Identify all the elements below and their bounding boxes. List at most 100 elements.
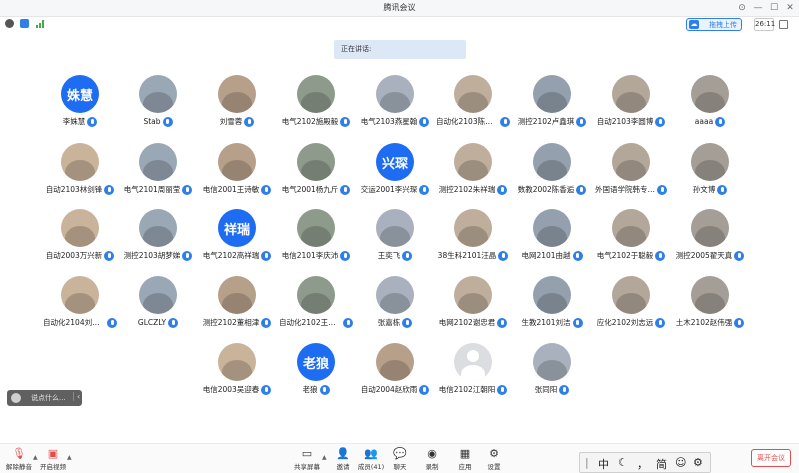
participant-tile[interactable]: aaaa	[671, 75, 749, 141]
participant-name: 测控2005翟天真	[675, 251, 733, 260]
ime-toolbar: | 中 ☾ ， 简 ☺ ⚙	[579, 452, 711, 473]
participant-name-line: 电气2102于聪毅	[592, 250, 670, 262]
participant-tile[interactable]: 自动化2102王俊…	[277, 276, 355, 342]
participant-tile[interactable]: 张嘉栋	[356, 276, 434, 342]
ime-punctuation[interactable]: ，	[637, 456, 648, 472]
mic-icon	[87, 117, 98, 127]
mic-icon	[107, 318, 117, 328]
participant-tile[interactable]: 电气2103燕星翰	[356, 75, 434, 141]
video-options-chevron-icon[interactable]: ▲	[67, 454, 72, 461]
participant-tile[interactable]: 土木2102赵伟强	[671, 276, 749, 342]
participant-name: 王奕飞	[377, 251, 401, 260]
participant-name-line: 电信2003吴迎春	[198, 384, 276, 396]
participant-tile[interactable]: 电信2101李庆沛	[277, 209, 355, 275]
participant-name: 测控2103胡梦娣	[123, 251, 181, 260]
record-button[interactable]: ◉ 录制	[415, 447, 449, 473]
participant-tile[interactable]: 自动2004赵欣雨	[356, 343, 434, 409]
participant-tile[interactable]: Stab	[119, 75, 197, 141]
ime-settings-icon[interactable]: ⚙	[693, 456, 703, 469]
participant-tile[interactable]: 测控2102董相津	[198, 276, 276, 342]
participant-tile[interactable]: 刘雪蓉	[198, 75, 276, 141]
avatar	[454, 143, 492, 181]
participant-tile[interactable]: 祥瑞 电气2102高祥瑞	[198, 209, 276, 275]
participant-tile[interactable]: 外国语学院韩专…	[592, 143, 670, 209]
participant-tile[interactable]: 自动2103林剑锋	[41, 143, 119, 209]
participant-name: 自动化2103陈志…	[436, 117, 498, 126]
participant-tile[interactable]: 张同阳	[513, 343, 591, 409]
participant-name-line: 应化2102刘志远	[592, 317, 670, 329]
mic-icon	[261, 185, 272, 195]
avatar	[297, 75, 335, 113]
participant-tile[interactable]: 应化2102刘志远	[592, 276, 670, 342]
moon-icon[interactable]: ☾	[618, 456, 628, 469]
participant-name: 交运2001李兴琛	[360, 185, 418, 194]
participant-tile[interactable]: 电信2003吴迎春	[198, 343, 276, 409]
leave-meeting-button[interactable]: 离开会议	[751, 449, 791, 467]
avatar	[454, 75, 492, 113]
chat-input-pill[interactable]: 说点什么... ‹	[7, 390, 82, 406]
participant-tile[interactable]: 老狼 老狼	[277, 343, 355, 409]
mic-icon	[572, 318, 583, 328]
chat-icon: 💬	[393, 447, 407, 460]
participant-name: 电气2102高祥瑞	[202, 251, 260, 260]
ime-simplified[interactable]: 简	[656, 456, 667, 472]
avatar	[533, 143, 571, 181]
participant-tile[interactable]: 兴琛 交运2001李兴琛	[356, 143, 434, 209]
mic-icon	[500, 117, 510, 127]
participant-tile[interactable]: 自动2103李圆博	[592, 75, 670, 141]
participant-tile[interactable]: 测控2103胡梦娣	[119, 209, 197, 275]
settings-button[interactable]: ⚙ 设置	[477, 447, 511, 473]
avatar	[612, 276, 650, 314]
participant-name-line: 电网2102谢忠君	[434, 317, 512, 329]
participant-tile[interactable]: 电网2101由越	[513, 209, 591, 275]
ime-drag-handle[interactable]: |	[585, 456, 589, 469]
participant-tile[interactable]: 电网2102谢忠君	[434, 276, 512, 342]
participant-name: 土木2102赵伟强	[675, 318, 733, 327]
participant-name-line: 自动化2102王俊…	[277, 317, 355, 329]
participant-name: 电网2102谢忠君	[438, 318, 496, 327]
participant-name: GLCZLY	[137, 318, 167, 327]
participant-tile[interactable]: 数教2002陈香逅	[513, 143, 591, 209]
unmute-button[interactable]: 🎙 解除静音	[2, 447, 36, 473]
participant-tile[interactable]: 电气2102施殿毅	[277, 75, 355, 141]
participant-tile[interactable]: 测控2102卢鑫琪	[513, 75, 591, 141]
participant-tile[interactable]: 电气2101周丽莹	[119, 143, 197, 209]
participant-tile[interactable]: 电气2102于聪毅	[592, 209, 670, 275]
chat-button[interactable]: 💬 聊天	[383, 447, 417, 473]
participant-tile[interactable]: GLCZLY	[119, 276, 197, 342]
participant-name-line: 自动化2103陈志…	[434, 116, 512, 128]
participant-tile[interactable]: 自动化2103陈志…	[434, 75, 512, 141]
participant-name: 电信2003吴迎春	[202, 385, 260, 394]
participant-tile[interactable]: 测控2005翟天真	[671, 209, 749, 275]
participant-name: 孙文博	[692, 185, 716, 194]
participant-tile[interactable]: 王奕飞	[356, 209, 434, 275]
avatar	[376, 209, 414, 247]
participant-name: 生教2101刘洁	[521, 318, 571, 327]
participant-tile[interactable]: 电信2102江朝阳	[434, 343, 512, 409]
ime-mode[interactable]: 中	[598, 456, 609, 472]
start-video-button[interactable]: ▣ 开启视频	[36, 447, 70, 473]
participant-tile[interactable]: 测控2102朱祥瑞	[434, 143, 512, 209]
mic-icon	[497, 385, 508, 395]
participant-tile[interactable]: 38生科2101汪晶	[434, 209, 512, 275]
participant-tile[interactable]: 电信2001王诗敏	[198, 143, 276, 209]
mic-icon	[715, 117, 726, 127]
collapse-icon[interactable]: ‹	[73, 392, 80, 401]
participant-tile[interactable]: 生教2101刘洁	[513, 276, 591, 342]
participant-tile[interactable]: 电气2001杨九斤	[277, 143, 355, 209]
participant-name-line: 电信2001王诗敏	[198, 184, 276, 196]
participant-tile[interactable]: 自动化2104刘志…	[41, 276, 119, 342]
participant-tile[interactable]: 姝慧 李姝慧	[41, 75, 119, 141]
participant-name: 电气2102施殿毅	[281, 117, 339, 126]
participant-name-line: Stab	[119, 116, 197, 128]
share-screen-button[interactable]: ▭ 共享屏幕	[290, 447, 324, 473]
apps-grid-icon: ▦	[459, 447, 471, 460]
participant-tile[interactable]: 孙文博	[671, 143, 749, 209]
avatar	[691, 276, 729, 314]
mic-icon	[419, 117, 430, 127]
participant-name-line: 38生科2101汪晶	[434, 250, 512, 262]
participant-name-line: 电气2102施殿毅	[277, 116, 355, 128]
smiley-icon[interactable]: ☺	[675, 456, 686, 469]
participant-tile[interactable]: 自动2003万兴新	[41, 209, 119, 275]
mic-icon	[734, 318, 745, 328]
